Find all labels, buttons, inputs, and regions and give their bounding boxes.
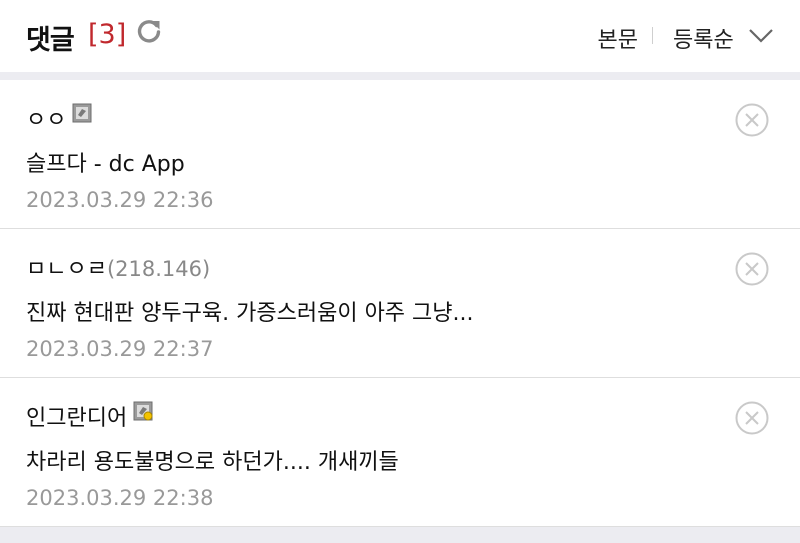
delete-comment-icon[interactable] bbox=[734, 400, 770, 436]
header-divider bbox=[652, 27, 653, 44]
comment-count: [3] bbox=[88, 19, 127, 50]
comment-author-line: ㅁㄴㅇㄹ(218.146) bbox=[26, 251, 210, 283]
delete-comment-icon[interactable] bbox=[734, 102, 770, 138]
comment-header: 댓글 [3] 본문 등록순 bbox=[0, 0, 800, 72]
comment-item: ㅇㅇ 슬프다 - dc App 2023.03.29 22:36 bbox=[0, 80, 800, 229]
sort-order-button[interactable]: 등록순 bbox=[673, 22, 734, 54]
comment-ip: (218.146) bbox=[106, 257, 211, 281]
comment-text: 차라리 용도불명으로 하던가.... 개새끼들 bbox=[26, 450, 399, 475]
footer-band bbox=[0, 527, 800, 543]
fixed-nick-badge-icon bbox=[72, 103, 92, 123]
comment-author[interactable]: ㅁㄴㅇㄹ bbox=[26, 257, 107, 282]
delete-comment-icon[interactable] bbox=[734, 251, 770, 287]
comment-text: 진짜 현대판 양두구육. 가증스러움이 아주 그냥... bbox=[26, 301, 474, 326]
comment-date: 2023.03.29 22:38 bbox=[26, 486, 214, 510]
comment-author[interactable]: 인그란디어 bbox=[26, 406, 127, 431]
chevron-down-icon[interactable] bbox=[747, 24, 775, 46]
comment-author-line: ㅇㅇ bbox=[26, 102, 92, 134]
view-body-button[interactable]: 본문 bbox=[598, 22, 638, 54]
comment-item: ㅁㄴㅇㄹ(218.146) 진짜 현대판 양두구육. 가증스러움이 아주 그냥.… bbox=[0, 229, 800, 378]
comment-author[interactable]: ㅇㅇ bbox=[26, 108, 66, 133]
comment-date: 2023.03.29 22:37 bbox=[26, 337, 214, 361]
refresh-icon[interactable] bbox=[134, 16, 164, 46]
semi-fixed-nick-badge-icon bbox=[133, 401, 153, 421]
comment-text: 슬프다 - dc App bbox=[26, 152, 185, 177]
comment-date: 2023.03.29 22:36 bbox=[26, 188, 214, 212]
comment-title: 댓글 bbox=[26, 25, 75, 56]
comment-item: 인그란디어 차라리 용도불명으로 하던가.... 개새끼들 2023.03.29… bbox=[0, 378, 800, 527]
divider-band bbox=[0, 72, 800, 80]
comment-author-line: 인그란디어 bbox=[26, 400, 153, 432]
